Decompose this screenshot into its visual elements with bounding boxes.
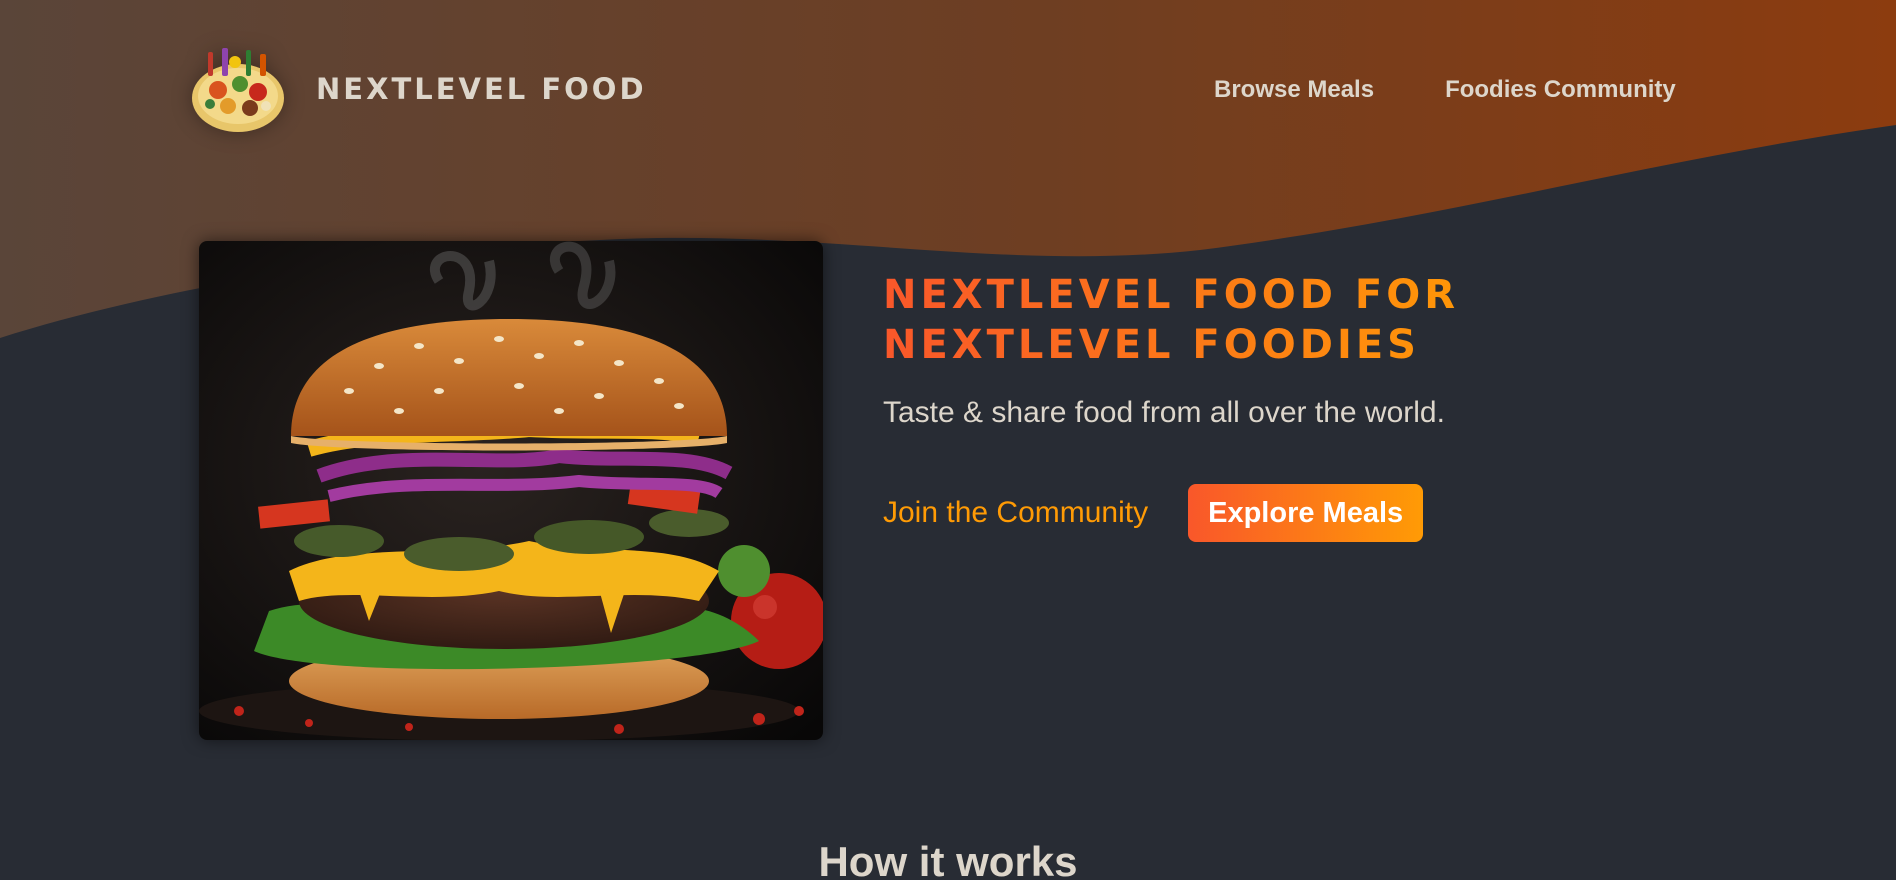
logo-text: NEXTLEVEL FOOD (316, 72, 647, 106)
hero-title: NEXTLEVEL FOOD FOR NEXTLEVEL FOODIES (883, 270, 1503, 370)
hero-subtitle: Taste & share food from all over the wor… (883, 396, 1445, 429)
hero-cta-row: Join the Community Explore Meals (883, 484, 1424, 542)
burger-image (199, 241, 823, 740)
join-community-link[interactable]: Join the Community (883, 496, 1148, 530)
main-nav: Browse Meals Foodies Community (1214, 76, 1676, 104)
site-header: NEXTLEVEL FOOD Browse Meals Foodies Comm… (0, 0, 1896, 185)
how-it-works-heading: How it works (818, 838, 1078, 880)
hero-image (199, 241, 823, 740)
nav-browse-meals[interactable]: Browse Meals (1214, 76, 1374, 104)
food-platter-icon (192, 48, 284, 132)
page: NEXTLEVEL FOOD Browse Meals Foodies Comm… (0, 0, 1896, 880)
explore-meals-button[interactable]: Explore Meals (1188, 484, 1424, 542)
nav-foodies-community[interactable]: Foodies Community (1445, 76, 1676, 104)
logo-link[interactable]: NEXTLEVEL FOOD (188, 42, 647, 136)
